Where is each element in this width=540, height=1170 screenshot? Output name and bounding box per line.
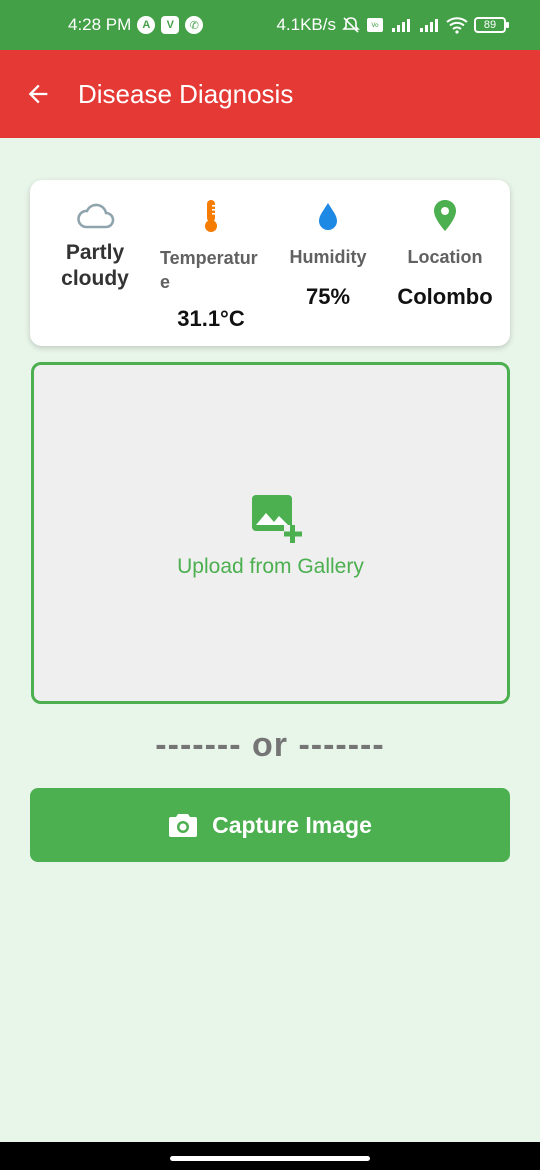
svg-text:Vo: Vo [371, 22, 379, 29]
location-pin-icon [390, 198, 500, 234]
status-time: 4:28 PM [68, 15, 132, 34]
temperature-value: 31.1°C [177, 306, 245, 331]
arrow-left-icon [28, 84, 48, 104]
capture-label: Capture Image [212, 811, 372, 838]
a-icon: A [137, 16, 156, 34]
mute-icon [342, 16, 360, 34]
location-label: Location [407, 247, 483, 267]
home-handle[interactable] [170, 1156, 370, 1161]
temperature-label: Temperature [160, 248, 258, 292]
humidity-value: 75% [305, 284, 351, 309]
weather-location: Location Colombo [390, 180, 500, 346]
signal-icon [390, 17, 412, 33]
humidity-label: Humidity [289, 247, 367, 267]
whatsapp-icon: ✆ [185, 16, 204, 34]
signal-icon [418, 17, 440, 33]
system-nav-bar [0, 1142, 540, 1170]
battery-icon: 89 [474, 17, 509, 33]
battery-level: 89 [483, 19, 497, 31]
upload-label: Upload from Gallery [177, 555, 364, 578]
camera-icon [168, 812, 198, 838]
thermometer-icon [156, 198, 266, 234]
cloud-icon [40, 198, 150, 234]
status-bar: 4:28 PM A V ✆ 4.1KB/s Vo 89 [0, 0, 540, 50]
add-photo-icon [250, 493, 302, 545]
water-drop-icon [273, 198, 383, 234]
app-bar: Disease Diagnosis [0, 50, 540, 138]
weather-humidity: Humidity 75% [273, 180, 383, 346]
v-icon: V [161, 16, 180, 34]
weather-condition-value: Partly cloudy [61, 241, 129, 290]
capture-image-button[interactable]: Capture Image [30, 788, 510, 862]
volte-icon: Vo [366, 16, 384, 34]
upload-from-gallery-button[interactable]: Upload from Gallery [31, 362, 510, 704]
weather-card: Partly cloudy Temperature 31.1°C Humidit… [30, 180, 510, 346]
status-right: 4.1KB/s Vo 89 [276, 0, 509, 50]
status-left: 4:28 PM A V ✆ [68, 0, 204, 50]
or-divider: ------- or ------- [155, 726, 385, 764]
page-title: Disease Diagnosis [78, 79, 294, 109]
weather-temperature: Temperature 31.1°C [156, 180, 266, 346]
back-button[interactable] [18, 74, 58, 114]
status-speed: 4.1KB/s [276, 15, 336, 34]
weather-condition: Partly cloudy [40, 180, 150, 346]
wifi-icon [446, 16, 468, 34]
location-value: Colombo [397, 284, 493, 309]
